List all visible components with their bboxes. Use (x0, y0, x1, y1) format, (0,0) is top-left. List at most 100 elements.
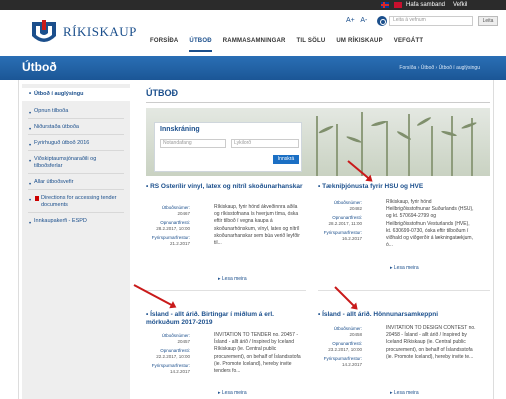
nav-item-home[interactable]: FORSÍÐA (150, 38, 178, 52)
sidebar-divider (28, 212, 124, 213)
tender-description: INVITATION TO DESIGN CONTEST no. 20458 -… (386, 325, 476, 360)
tender-description: Ríkiskaup, fyrir hönd ákveðinnra aðila o… (214, 204, 300, 247)
hero-stalk (386, 121, 388, 176)
sidebar-item-bid-opening[interactable]: • Opnun tilboða (22, 108, 130, 117)
tender-number: 20458 (349, 332, 362, 337)
login-box: Innskráning Notandafang Lykilorð Innskrá (154, 122, 302, 172)
inquiry-label: Fyrirspurnarfrestur: (151, 363, 190, 368)
hero-stalk (336, 124, 338, 176)
hero-leaf (345, 135, 363, 144)
nav-item-web-portal[interactable]: VEFGÁTT (394, 38, 423, 52)
inquiry-date: 16.2.2017 (341, 236, 362, 241)
brand-name[interactable]: RÍKISKAUP (63, 24, 137, 40)
page-title: Útboð (22, 60, 57, 74)
search-input[interactable]: Leita á vefnum (389, 16, 473, 26)
hero-leaf (440, 129, 458, 138)
bullet-icon: • (29, 221, 32, 227)
webmail-link[interactable]: Vefkil (453, 1, 467, 9)
section-title: ÚTBOÐ (146, 88, 178, 98)
opening-label: Opnunartfresti: (332, 215, 362, 220)
tender-title-link[interactable]: • RS Osterílir vínyl, latex og nítríl sk… (146, 183, 306, 191)
inquiry-label: Fyrirspurnarfrestur: (323, 356, 362, 361)
read-more-link[interactable]: ▸ Lesa meira (390, 265, 419, 271)
tender-number: 20457 (177, 339, 190, 344)
read-more-link[interactable]: ▸ Lesa meira (218, 276, 247, 282)
login-button[interactable]: Innskrá (273, 155, 299, 164)
hero-leaf (416, 116, 432, 127)
sidebar-item-directions[interactable]: • Directions for accessing tender docume… (22, 195, 122, 209)
inquiry-date: 21.2.2017 (169, 241, 190, 246)
bullet-icon: • (29, 159, 32, 165)
tender-description: Ríkiskaup, fyrir hönd Heilbrigðisstofnun… (386, 199, 474, 249)
tender-number: 20467 (177, 211, 190, 216)
sidebar-item-account-manager[interactable]: • Viðskiptaumsjónaraðili og tilboðsferla… (22, 156, 122, 170)
inquiry-date: 14.2.2017 (169, 369, 190, 374)
sidebar-item-label: Niðurstaða útboða (34, 124, 79, 130)
inquiry-date: 14.2.2017 (341, 362, 362, 367)
opening-label: Opnunartfresti: (160, 220, 190, 225)
text-size-tools: A+ A- (346, 17, 371, 24)
read-more-link[interactable]: ▸ Lesa meira (218, 390, 247, 396)
increase-text-button[interactable]: A+ (346, 17, 355, 24)
hero-stalk (361, 112, 363, 176)
hero-stalk (316, 116, 318, 176)
sidebar-item-label: Opnun tilboða (34, 108, 69, 114)
card-divider (146, 290, 306, 291)
decrease-text-button[interactable]: A- (360, 17, 367, 24)
opening-date: 23.2.2017, 10:00 (328, 347, 362, 352)
icelandic-flag-icon[interactable] (381, 2, 389, 8)
tender-title-link[interactable]: • Tækniþjónusta fyrir HSU og HVE (318, 183, 488, 191)
username-input[interactable]: Notandafang (160, 139, 226, 148)
sidebar: • Útboð í auglýsingu • Opnun tilboða • N… (22, 84, 130, 399)
opening-date: 28.2.2017, 11:00 (328, 221, 362, 226)
nav-item-framework-agreements[interactable]: RAMMASAMNINGAR (223, 38, 286, 52)
opening-date: 28.2.2017, 10:00 (156, 226, 190, 231)
search-icon[interactable] (377, 16, 387, 26)
bullet-icon: • (29, 111, 32, 117)
card-divider (318, 290, 490, 291)
sidebar-divider (28, 150, 124, 151)
sidebar-item-open-tenders[interactable]: • Útboð í auglýsingu (22, 88, 130, 101)
nav-item-about[interactable]: UM RÍKISKAUP (336, 38, 382, 52)
rikiskaup-logo-icon[interactable] (30, 18, 58, 46)
nav-item-for-sale[interactable]: TIL SÖLU (297, 38, 326, 52)
title-divider (146, 102, 490, 103)
sidebar-item-tender-results[interactable]: • Niðurstaða útboða (22, 124, 130, 133)
sidebar-item-espd[interactable]: • Innkaupakerfi - ESPD (22, 218, 130, 227)
opening-date: 22.2.2017, 10:00 (156, 354, 190, 359)
tender-number-label: Útboðsnúmer: (161, 333, 190, 338)
top-utility-bar: Hafa samband Vefkil (0, 0, 506, 10)
sidebar-divider (28, 118, 124, 119)
breadcrumb[interactable]: Forsíða › Útboð › Útboð í auglýsingu (399, 65, 480, 71)
read-more-link[interactable]: ▸ Lesa meira (390, 390, 419, 396)
sidebar-item-label: Allar útboðsvefir (34, 179, 74, 185)
nav-item-tenders[interactable]: ÚTBOÐ (189, 38, 212, 52)
hero-leaf (318, 124, 334, 135)
tender-title-link[interactable]: • Ísland - allt árið. Hönnunarsamkeppni (318, 311, 488, 319)
bullet-icon: • (29, 143, 32, 149)
contact-link[interactable]: Hafa samband (406, 1, 445, 9)
sidebar-divider (28, 173, 124, 174)
pdf-icon (35, 196, 39, 201)
hero-stalk (431, 126, 433, 176)
tender-title-link[interactable]: • Ísland - allt árið. Birtingar í miðlum… (146, 311, 306, 327)
search-button[interactable]: Leita (478, 16, 498, 26)
tender-description: INVITATION TO TENDER no. 20457 - Ísland … (214, 332, 301, 375)
hero-stalk (471, 118, 473, 176)
sidebar-item-label: Directions for accessing tender document… (41, 195, 117, 208)
bullet-icon: • (29, 182, 32, 188)
sidebar-divider (28, 134, 124, 135)
tender-number: 20482 (349, 206, 362, 211)
hero-leaf (460, 121, 478, 130)
password-input[interactable]: Lykilorð (231, 139, 299, 148)
sidebar-item-label: Viðskiptaumsjónaraðili og tilboðsferlar (34, 156, 97, 169)
sidebar-item-label: Innkaupakerfi - ESPD (34, 218, 87, 224)
english-flag-icon[interactable] (394, 2, 402, 8)
sidebar-item-planned-tenders[interactable]: • Fyrirhuguð útboð 2016 (22, 140, 130, 149)
tender-number-label: Útboðsnúmer: (333, 200, 362, 205)
sidebar-item-all-tender-sites[interactable]: • Allar útboðsvefir (22, 179, 130, 188)
opening-label: Opnunartfresti: (160, 348, 190, 353)
hero-stalk (451, 116, 453, 176)
bullet-icon: • (29, 127, 32, 133)
tender-number-label: Útboðsnúmer: (333, 326, 362, 331)
